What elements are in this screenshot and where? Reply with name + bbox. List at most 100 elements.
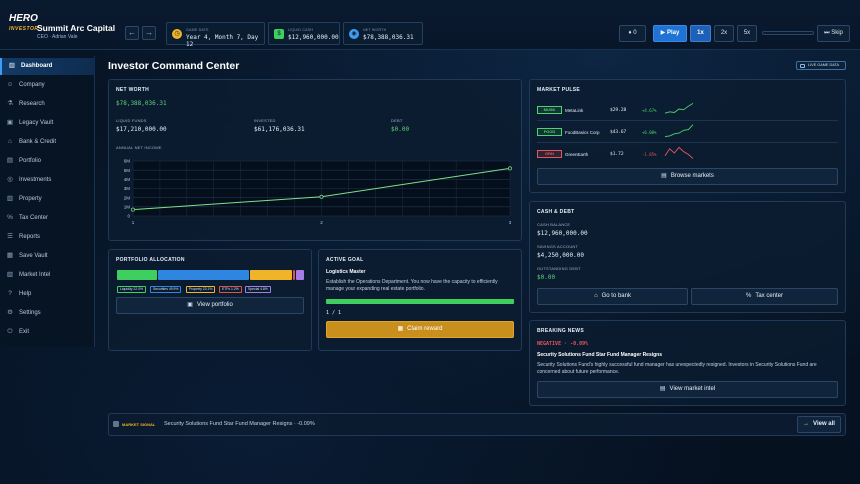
goal-name: Logistics Master xyxy=(326,269,366,275)
briefcase-icon: ▤ xyxy=(6,157,14,164)
chart-y-tick-label: 4M xyxy=(124,177,131,182)
news-body: Security Solutions Fund's highly success… xyxy=(537,362,817,375)
alerts-button[interactable]: ♦ 0 xyxy=(619,25,646,42)
ticker-symbol: MUSK xyxy=(537,106,562,114)
live-badge-label: LIVE GAME DATA xyxy=(808,63,840,67)
play-button[interactable]: ▶ Play xyxy=(653,25,687,42)
view-portfolio-label: View portfolio xyxy=(196,302,233,308)
sidebar-item-legacy-vault[interactable]: ▣ Legacy Vault xyxy=(0,115,95,132)
sidebar-item-label: Portfolio xyxy=(19,158,42,164)
view-market-intel-button[interactable]: ▤ View market intel xyxy=(537,381,838,398)
invested-value: $61,176,036.31 xyxy=(254,126,305,133)
sidebar-item-label: Bank & Credit xyxy=(19,139,57,145)
ticker-price: $43.67 xyxy=(610,129,627,135)
annual-net-income-label: ANNUAL NET INCOME xyxy=(116,145,162,150)
browse-markets-label: Browse markets xyxy=(670,173,714,179)
sidebar-item-reports[interactable]: ☰ Reports xyxy=(0,229,95,246)
sidebar-item-portfolio[interactable]: ▤ Portfolio xyxy=(0,153,95,170)
speed-2x-button[interactable]: 2x xyxy=(714,25,734,42)
bank-icon: ⌂ xyxy=(8,138,12,145)
game-date-value: Year 4, Month 7, Day 12 xyxy=(186,34,259,48)
go-to-bank-label: Go to bank xyxy=(601,293,631,299)
sidebar-item-help[interactable]: ? Help xyxy=(0,286,95,303)
sidebar-item-property[interactable]: ▥ Property xyxy=(0,191,95,208)
sparkline-line xyxy=(664,146,694,159)
allocation-legend-tag: Property 23.1% xyxy=(186,286,216,293)
liquid-cash-label: LIQUID CASH xyxy=(288,28,314,32)
annual-net-income-chart: 0 1M 2M 3M 4M 5M 6M 1 2 3 xyxy=(124,159,512,225)
sidebar-item-label: Investments xyxy=(19,177,52,183)
forward-arrow-button[interactable]: → xyxy=(142,26,156,40)
net-worth-label: NET WORTH xyxy=(363,28,387,32)
allocation-segment xyxy=(157,270,249,280)
liquid-funds-value: $17,210,000.00 xyxy=(116,126,167,133)
globe-icon: ◉ xyxy=(349,29,359,39)
view-all-label: View all xyxy=(813,421,835,427)
arrow-right-icon: → xyxy=(803,421,810,427)
tax-center-button[interactable]: % Tax center xyxy=(691,288,838,305)
allocation-legend-tag: Liquidity 22.0% xyxy=(117,286,146,293)
gear-icon: ⚙ xyxy=(7,309,13,316)
play-label: Play xyxy=(666,30,680,36)
ticker-divider xyxy=(537,142,838,143)
sidebar-item-research[interactable]: ⚗ Research xyxy=(0,96,95,113)
sidebar-item-settings[interactable]: ⚙ Settings xyxy=(0,305,95,322)
live-game-data-badge: LIVE GAME DATA xyxy=(796,61,846,70)
chart-data-point xyxy=(508,166,512,171)
sidebar-item-exit[interactable]: ⏻ Exit xyxy=(0,324,95,341)
cash-balance-label: CASH BALANCE xyxy=(537,222,571,227)
speed-1x-button[interactable]: 1x xyxy=(690,25,711,42)
browse-markets-button[interactable]: ▤ Browse markets xyxy=(537,168,838,185)
skip-icon: ⏭ xyxy=(824,30,830,36)
chart-icon: ▨ xyxy=(8,62,16,69)
active-goal-title: ACTIVE GOAL xyxy=(326,257,364,263)
net-worth-box: ◉ NET WORTH $78,388,036.31 xyxy=(343,22,423,45)
sidebar-item-tax-center[interactable]: % Tax Center xyxy=(0,210,95,227)
save-icon: ▦ xyxy=(6,252,14,259)
percent-icon: % xyxy=(745,293,752,299)
allocation-segment xyxy=(117,270,157,280)
ticker-sparkline xyxy=(664,124,694,138)
view-portfolio-button[interactable]: ▣ View portfolio xyxy=(116,297,304,314)
alerts-count: 0 xyxy=(633,30,637,36)
sidebar-item-dashboard[interactable]: ▨ Dashboard xyxy=(0,58,95,75)
sidebar-item-label: Research xyxy=(19,101,45,107)
cash-balance-value: $12,960,000.00 xyxy=(537,230,588,237)
savings-value: $4,250,000.00 xyxy=(537,252,584,259)
sidebar-item-label: Dashboard xyxy=(21,63,53,69)
percent-icon: % xyxy=(7,214,13,221)
sidebar-item-label: Settings xyxy=(19,310,41,316)
ticker-symbol: FOOD xyxy=(537,128,562,136)
sidebar: ▨ Dashboard ☺ Company ⚗ Research ▣ Legacy Vault… xyxy=(0,56,95,347)
cash-icon: $ xyxy=(274,29,284,39)
bar-chart-icon: ▤ xyxy=(661,173,667,179)
sidebar-item-market-intel[interactable]: ▧ Market Intel xyxy=(0,267,95,284)
net-worth-amount: $78,388,036.31 xyxy=(116,100,167,107)
sidebar-item-label: Save Vault xyxy=(19,253,48,259)
ceo-name: CEO · Adrian Vale xyxy=(37,34,78,40)
skip-button[interactable]: ⏭ Skip xyxy=(817,25,850,42)
claim-reward-label: Claim reward xyxy=(407,326,443,332)
sidebar-item-save-vault[interactable]: ▦ Save Vault xyxy=(0,248,95,265)
news-headline: Security Solutions Fund Star Fund Manage… xyxy=(537,352,663,358)
back-arrow-button[interactable]: ← xyxy=(125,26,139,40)
speed-5x-button[interactable]: 5x xyxy=(737,25,757,42)
briefcase-icon: ▣ xyxy=(187,302,193,308)
sidebar-item-label: Market Intel xyxy=(19,272,51,278)
sidebar-item-label: Reports xyxy=(19,234,41,240)
allocation-legend-tag: Securities 49.9% xyxy=(150,286,182,293)
sidebar-item-company[interactable]: ☺ Company xyxy=(0,77,95,94)
skip-label: Skip xyxy=(831,30,843,36)
go-to-bank-button[interactable]: ⌂ Go to bank xyxy=(537,288,688,305)
game-date-box: ◷ GAME DATE Year 4, Month 7, Day 12 xyxy=(166,22,265,48)
sidebar-item-investments[interactable]: ◎ Investments xyxy=(0,172,95,189)
goal-progress-track xyxy=(326,299,514,304)
ticker-change: -1.85% xyxy=(642,152,657,157)
savings-label: SAVINGS ACCOUNT xyxy=(537,244,579,249)
view-all-button[interactable]: → View all xyxy=(797,416,841,433)
chart-y-tick-label: 0 xyxy=(127,214,130,219)
claim-reward-button[interactable]: ▦ Claim reward xyxy=(326,321,514,338)
monitor-icon xyxy=(800,63,805,68)
sidebar-item-bank-credit[interactable]: ⌂ Bank & Credit xyxy=(0,134,95,151)
ticker-name: GreenEarth xyxy=(565,151,589,157)
